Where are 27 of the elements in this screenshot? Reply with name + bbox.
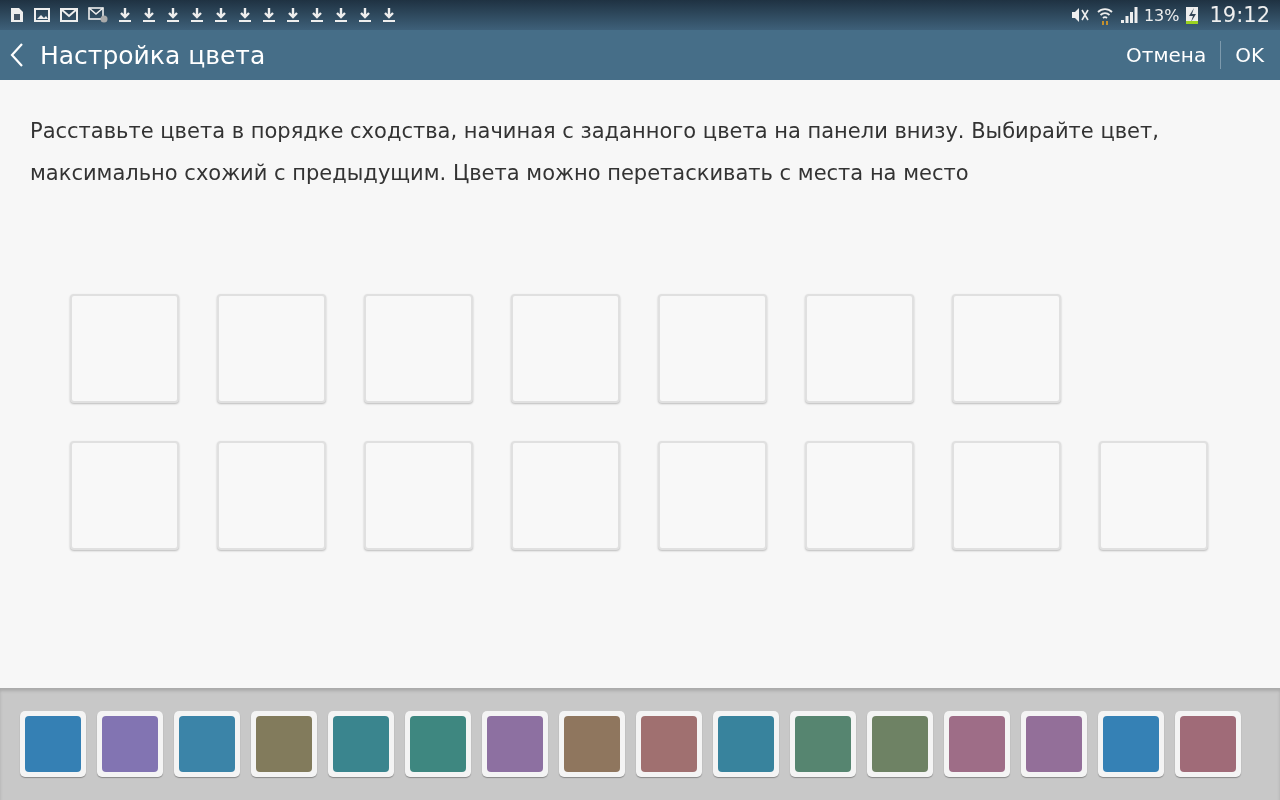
download-icon (190, 7, 204, 23)
clock: 19:12 (1209, 3, 1270, 27)
back-button[interactable]: Настройка цвета (10, 40, 266, 70)
cancel-button[interactable]: Отмена (1124, 43, 1209, 67)
download-icon (310, 7, 324, 23)
download-icon (142, 7, 156, 23)
ok-button[interactable]: OK (1233, 43, 1266, 67)
mail-settings-icon (88, 7, 108, 23)
download-icon (382, 7, 396, 23)
image-icon (34, 8, 50, 22)
download-icon (358, 7, 372, 23)
signal-icon (1119, 6, 1138, 24)
battery-percent: 13% (1143, 5, 1180, 25)
download-icon (214, 7, 228, 23)
charging-battery-icon (1185, 5, 1200, 25)
wifi-icon (1095, 5, 1114, 25)
mute-vibrate-icon (1069, 6, 1090, 24)
download-icon (118, 7, 132, 23)
download-icon (262, 7, 276, 23)
back-icon (10, 42, 24, 68)
mail-icon (60, 8, 78, 22)
sim-card-icon (10, 7, 24, 23)
download-icon (166, 7, 180, 23)
download-icon (334, 7, 348, 23)
instruction-text: Расставьте цвета в порядке сходства, начиная с заданного цвета на панели внизу. Выбирайте цвет, максимально схожий с предыдущим. Цвета можно перетаскивать с места на место (30, 118, 1160, 187)
download-icon (238, 7, 252, 23)
download-icon (286, 7, 300, 23)
